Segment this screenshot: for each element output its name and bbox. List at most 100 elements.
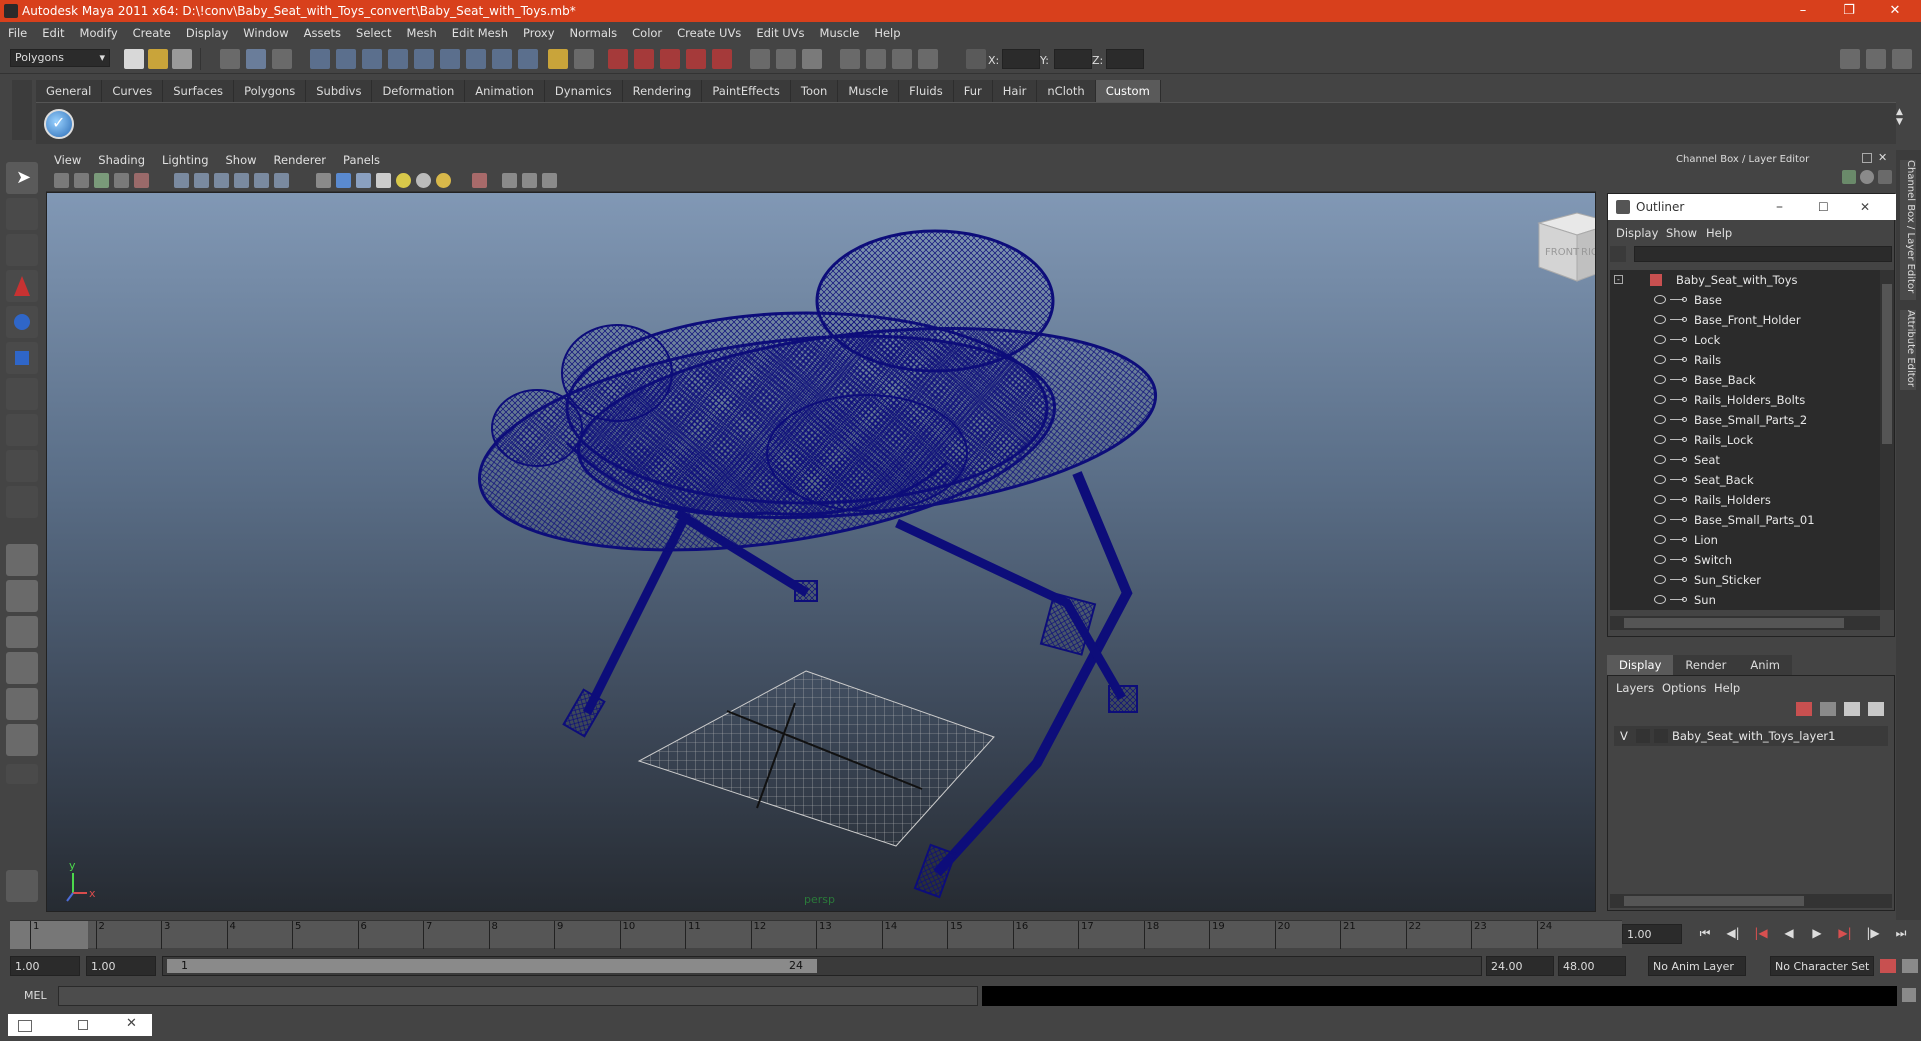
backface-culling-icon[interactable] [542,173,557,188]
outliner-item[interactable]: Base_Small_Parts_01 [1610,510,1880,530]
layer-tab-anim[interactable]: Anim [1738,655,1792,675]
outliner-close-button[interactable]: ✕ [1860,194,1870,220]
select-by-deform-icon[interactable] [414,49,434,69]
layer-tab-display[interactable]: Display [1607,655,1674,675]
menu-proxy[interactable]: Proxy [523,26,555,40]
menu-create-uvs[interactable]: Create UVs [677,26,741,40]
command-language-label[interactable]: MEL [24,989,47,1002]
current-time-indicator[interactable] [10,921,88,949]
shelf-tab-custom[interactable]: Custom [1095,80,1161,102]
move-tool-icon[interactable] [6,270,38,302]
xray-joints-icon[interactable] [522,173,537,188]
grid-toggle-icon[interactable] [134,173,149,188]
x-field[interactable] [1002,49,1040,69]
gate-mask-icon[interactable] [214,173,229,188]
animation-start-field[interactable]: 1.00 [10,956,80,976]
shelf-tab-toon[interactable]: Toon [790,80,839,102]
select-by-dynamics-icon[interactable] [440,49,460,69]
viewport-menu-panels[interactable]: Panels [343,153,380,167]
last-tool-icon[interactable] [6,486,38,518]
wireframe-shading-icon[interactable] [316,173,331,188]
go-to-end-icon[interactable]: ⏭ [1894,926,1908,940]
menu-color[interactable]: Color [632,26,662,40]
shelf-tab-fluids[interactable]: Fluids [899,80,954,102]
minimized-window-bar[interactable]: ✕ [8,1014,152,1036]
outliner-item[interactable]: Base_Back [1610,370,1880,390]
paint-select-tool-icon[interactable] [6,234,38,266]
layer-tab-render[interactable]: Render [1673,655,1739,675]
shelf-tab-muscle[interactable]: Muscle [838,80,900,102]
show-manipulator-icon[interactable] [6,450,38,482]
select-by-curve-icon[interactable] [362,49,382,69]
outliner-item[interactable]: Rails [1610,350,1880,370]
shelf-tab-polygons[interactable]: Polygons [234,80,307,102]
animation-end-field[interactable]: 48.00 [1558,956,1626,976]
snap-grid-icon[interactable] [608,49,628,69]
shelf-tab-deformation[interactable]: Deformation [372,80,466,102]
create-empty-layer-icon[interactable] [1844,702,1860,716]
menu-display[interactable]: Display [186,26,228,40]
camera-select-icon[interactable] [54,173,69,188]
view-cube[interactable]: FRONT RIGHT [1537,212,1596,282]
select-by-render-icon[interactable] [466,49,486,69]
absolute-transform-icon[interactable] [966,49,986,69]
play-forwards-icon[interactable]: ▶ [1810,926,1824,940]
bookmark-icon[interactable] [94,173,109,188]
new-scene-icon[interactable] [124,49,144,69]
outliner-item[interactable]: Base_Front_Holder [1610,310,1880,330]
outliner-item[interactable]: Rails_Holders [1610,490,1880,510]
channel-box-toggle-icon[interactable] [1892,49,1912,69]
playback-start-field[interactable]: 1.00 [86,956,156,976]
select-by-surface-icon[interactable] [388,49,408,69]
maximize-small-icon[interactable] [78,1020,88,1030]
scale-tool-icon[interactable] [6,342,38,374]
restore-icon[interactable] [18,1020,32,1032]
menu-muscle[interactable]: Muscle [820,26,860,40]
xray-icon[interactable] [502,173,517,188]
save-scene-icon[interactable] [172,49,192,69]
menu-set-dropdown[interactable]: Polygons ▾ [10,49,110,67]
menu-file[interactable]: File [8,26,27,40]
select-tool-icon[interactable]: ➤ [6,162,38,194]
range-slider-handle[interactable]: 1 24 [167,959,817,973]
character-set-dropdown[interactable]: No Character Set [1770,956,1874,976]
smooth-shading-icon[interactable] [336,173,351,188]
layout-options-icon[interactable] [6,764,38,784]
universal-manipulator-icon[interactable] [6,378,38,410]
outliner-root-item[interactable]: - Baby_Seat_with_Toys [1610,270,1880,290]
script-editor-icon[interactable] [1902,988,1916,1002]
channel-box-icon[interactable] [1842,170,1856,184]
lock-selection-icon[interactable] [548,49,568,69]
viewport-menu-show[interactable]: Show [226,153,257,167]
viewport-menu-renderer[interactable]: Renderer [274,153,327,167]
perspective-viewport[interactable]: FRONT RIGHT y x persp [46,192,1596,912]
layout-switch-icon[interactable] [6,870,38,902]
render-view-icon[interactable] [840,49,860,69]
textured-icon[interactable] [376,173,391,188]
filter-icon[interactable] [1610,246,1626,262]
float-panel-icon[interactable] [1862,153,1872,163]
outliner-item[interactable]: Seat_Back [1610,470,1880,490]
viewport-menu-lighting[interactable]: Lighting [162,153,208,167]
rotate-tool-icon[interactable] [6,306,38,338]
menu-modify[interactable]: Modify [80,26,118,40]
range-slider[interactable]: 1 24 [162,956,1482,976]
outliner-item[interactable]: Seat [1610,450,1880,470]
field-chart-icon[interactable] [234,173,249,188]
image-plane-icon[interactable] [114,173,129,188]
wireframe-on-shaded-icon[interactable] [356,173,371,188]
move-layer-down-icon[interactable] [1820,702,1836,716]
snap-curve-icon[interactable] [634,49,654,69]
go-to-start-icon[interactable]: ⏮ [1698,926,1712,940]
film-gate-icon[interactable] [174,173,189,188]
shelf-tab-curves[interactable]: Curves [102,80,164,102]
outliner-search-input[interactable] [1634,246,1892,262]
menu-edit-uvs[interactable]: Edit UVs [756,26,804,40]
outliner-menu-help[interactable]: Help [1706,226,1732,240]
shelf-scroll-arrows[interactable]: ▲ ▼ [1896,107,1910,137]
menu-normals[interactable]: Normals [570,26,618,40]
menu-window[interactable]: Window [243,26,288,40]
snap-live-icon[interactable] [712,49,732,69]
persp-graph-layout-icon[interactable] [6,652,38,684]
safe-title-icon[interactable] [274,173,289,188]
